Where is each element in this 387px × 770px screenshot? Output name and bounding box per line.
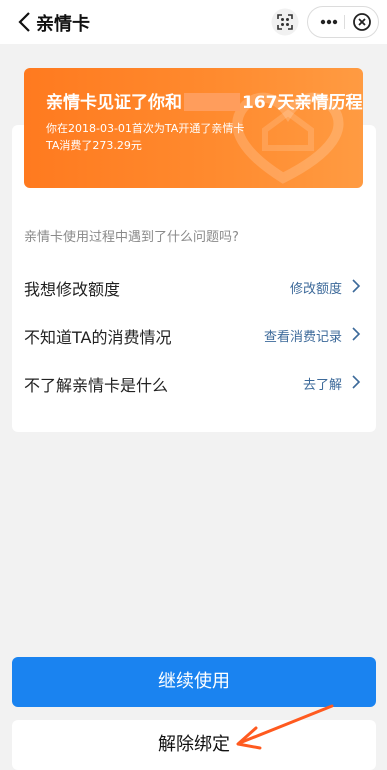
page-title: 亲情卡 [36, 14, 90, 35]
annotation-arrow-icon [236, 704, 334, 750]
top-bar: 亲情卡 [0, 0, 387, 44]
relationship-banner: 亲情卡见证了你和 167天亲情历程 你在2018-03-01首次为TA开通了亲情卡… [24, 68, 363, 188]
faq-row-what-is[interactable]: 不了解亲情卡是什么 去了解 [24, 368, 362, 396]
mini-program-capsule [307, 6, 379, 38]
banner-spent: TA消费了273.29元 [46, 139, 142, 152]
banner-title-prefix: 亲情卡见证了你和 [46, 93, 182, 113]
scan-icon[interactable] [271, 8, 299, 36]
faq-row-label: 我想修改额度 [24, 280, 121, 299]
learn-more-link[interactable]: 去了解 [303, 374, 342, 393]
modify-limit-link[interactable]: 修改额度 [290, 278, 342, 297]
more-dots-icon[interactable] [316, 10, 342, 34]
close-circle-icon[interactable] [349, 10, 375, 34]
name-redaction [184, 93, 240, 111]
faq-row-label: 不知道TA的消费情况 [24, 328, 172, 347]
chevron-right-icon [352, 279, 361, 293]
capsule-divider [344, 15, 345, 29]
banner-title-suffix: 167天亲情历程 [242, 93, 363, 113]
chevron-right-icon [352, 327, 361, 341]
banner-title: 亲情卡见证了你和 167天亲情历程 [46, 88, 363, 113]
faq-row-spending[interactable]: 不知道TA的消费情况 查看消费记录 [24, 320, 362, 348]
faq-row-modify-limit[interactable]: 我想修改额度 修改额度 [24, 272, 362, 300]
banner-first-open: 你在2018-03-01首次为TA开通了亲情卡 [46, 122, 245, 135]
view-records-link[interactable]: 查看消费记录 [264, 326, 342, 345]
faq-row-label: 不了解亲情卡是什么 [24, 376, 169, 395]
chevron-left-icon[interactable] [14, 9, 38, 35]
chevron-right-icon [352, 375, 361, 389]
faq-question: 亲情卡使用过程中遇到了什么问题吗? [24, 230, 239, 245]
